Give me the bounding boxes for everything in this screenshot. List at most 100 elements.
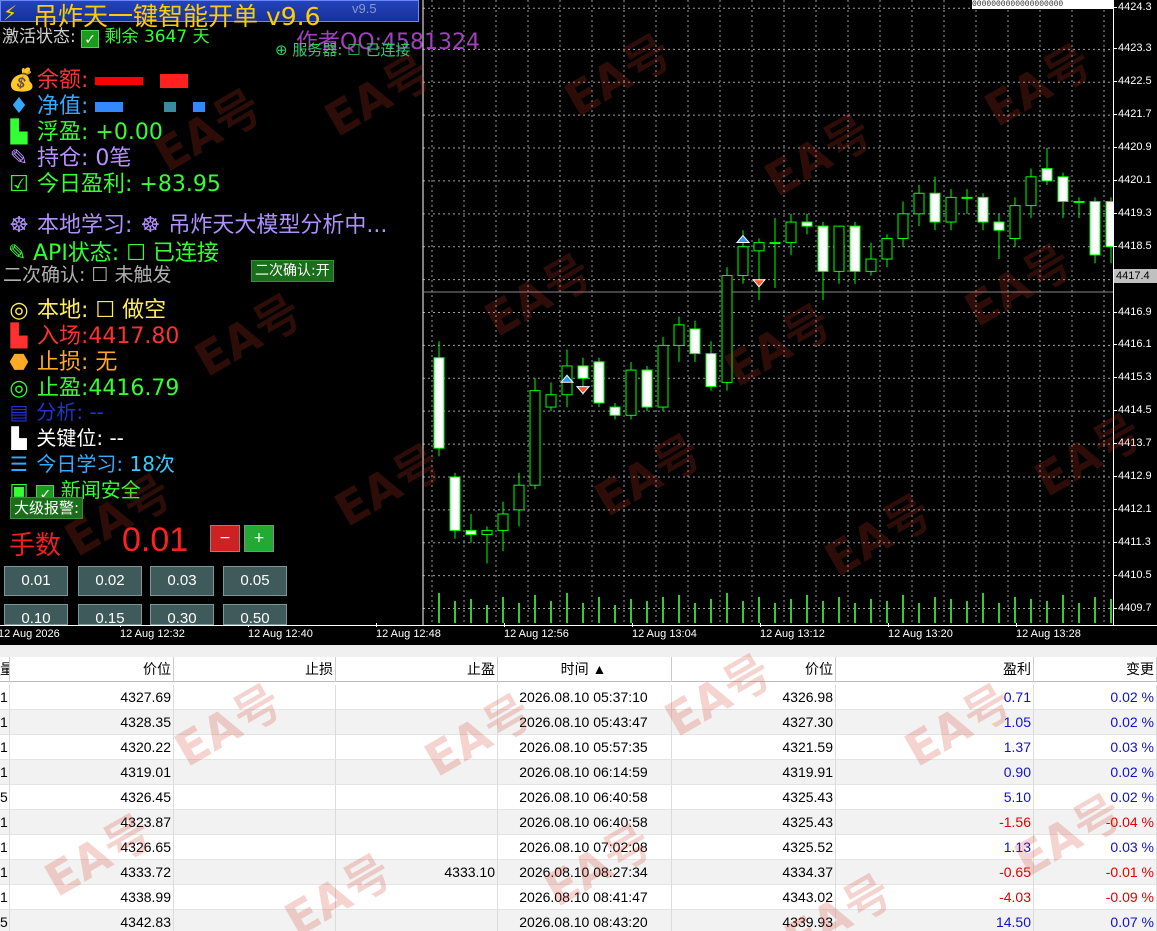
bull-candle [753, 242, 765, 252]
table-cell-sl [174, 835, 336, 860]
price-axis[interactable]: 4424.3 4423.3 4422.5 4421.7 4420.9 4420.1 4419… [1113, 0, 1157, 625]
bull-candle [769, 242, 781, 245]
table-row[interactable]: 1 4320.22 2026.08.10 05:57:35 4321.59 1.37 0.… [0, 735, 1157, 760]
lot-preset-button[interactable]: 0.05 [223, 566, 287, 596]
table-row[interactable]: 1 4338.99 2026.08.10 08:41:47 4343.02 -4.03-… [0, 885, 1157, 910]
price-tick-label: 4424.3 [1113, 1, 1152, 14]
table-cell-time: 2026.08.10 05:43:47 [498, 710, 672, 735]
table-row[interactable]: 1 4328.35 2026.08.10 05:43:47 4327.30 1.05 0.… [0, 710, 1157, 735]
table-cell-tp [336, 785, 498, 810]
bull-candle [673, 324, 685, 346]
chart-info-strip: 0000000000000000000 [972, 0, 1113, 9]
bear-candle [1105, 200, 1113, 248]
table-cell-close: 4339.93 [672, 910, 836, 931]
lot-preset-button[interactable]: 0.10 [4, 604, 68, 627]
secondary-confirm-row: 二次确认: ☐ 未触发 [3, 260, 172, 287]
table-cell-open: 4342.83 [10, 910, 174, 931]
column-header[interactable]: 盈利 [836, 657, 1034, 682]
table-cell-time: 2026.08.10 05:57:35 [498, 735, 672, 760]
table-cell-profit: 14.50 [836, 910, 1034, 931]
time-tick-label: 12 Aug 12:48 [376, 623, 441, 640]
table-cell-profit: -4.03 [836, 885, 1034, 910]
current-price-label: 4417.4 [1114, 269, 1157, 283]
bull-candle [545, 394, 557, 408]
table-cell-change: 0.02 % [1034, 685, 1157, 710]
analysis-value: 分析: -- [36, 400, 104, 424]
lot-preset-button[interactable]: 0.50 [223, 604, 287, 627]
bull-candle [961, 196, 973, 199]
lots-minus-button[interactable]: − [210, 525, 240, 552]
table-row[interactable]: 1 4333.72 4333.10 2026.08.10 08:27:34 4334.3… [0, 860, 1157, 885]
column-header[interactable]: 止损 [174, 657, 336, 682]
table-cell-tp [336, 910, 498, 931]
table-cell-tp [336, 835, 498, 860]
table-cell-open: 4326.65 [10, 835, 174, 860]
price-tick-label: 4415.3 [1113, 371, 1152, 384]
sell-arrow-icon [575, 386, 591, 395]
bull-candle [625, 369, 637, 416]
price-tick-label: 4423.3 [1113, 42, 1152, 55]
table-cell-close: 4327.30 [672, 710, 836, 735]
lots-plus-button[interactable]: + [244, 525, 274, 552]
table-cell-vol: 5 [0, 910, 10, 931]
column-header[interactable]: 变更 [1034, 657, 1157, 682]
price-tick-label: 4416.1 [1113, 338, 1152, 351]
table-cell-change: 0.03 % [1034, 835, 1157, 860]
bear-candle [1041, 168, 1053, 182]
time-tick-label: 12 Aug 13:04 [632, 623, 697, 640]
equity-masked-2 [164, 102, 177, 112]
column-header[interactable]: 价位 [672, 657, 836, 682]
lot-preset-button[interactable]: 0.03 [150, 566, 214, 596]
column-header[interactable]: 止盈 [336, 657, 498, 682]
panel-title-bar[interactable]: ⚡ 吊炸天一键智能开单 v9.6 v9.5 [0, 0, 419, 31]
table-cell-close: 4326.98 [672, 685, 836, 710]
trend-chart-icon: ☑ [9, 172, 29, 197]
lot-preset-button[interactable]: 0.02 [78, 566, 142, 596]
bear-candle [817, 225, 829, 272]
table-cell-profit: -0.65 [836, 860, 1034, 885]
bear-candle [929, 192, 941, 223]
balance-masked [95, 77, 144, 85]
table-cell-sl [174, 760, 336, 785]
lots-value[interactable]: 0.01 [122, 521, 188, 560]
lot-preset-button[interactable]: 0.15 [78, 604, 142, 627]
bear-candle [849, 225, 861, 272]
table-cell-close: 4321.59 [672, 735, 836, 760]
table-cell-change: -0.04 % [1034, 810, 1157, 835]
lot-preset-button[interactable]: 0.30 [150, 604, 214, 627]
secondary-confirm-toggle-button[interactable]: 二次确认:开 [251, 260, 334, 282]
table-cell-time: 2026.08.10 08:43:20 [498, 910, 672, 931]
table-row[interactable]: 1 4326.65 2026.08.10 07:02:08 4325.52 1.13 0.… [0, 835, 1157, 860]
alert-button[interactable]: 大级报警: [10, 497, 84, 519]
bull-candle [1025, 176, 1037, 207]
column-header[interactable]: 量 [0, 657, 10, 682]
bear-candle [641, 369, 653, 408]
table-cell-change: 0.02 % [1034, 785, 1157, 810]
document-icon: ▤ [9, 400, 29, 424]
column-header[interactable]: 时间 ▲ [498, 657, 672, 682]
table-cell-time: 2026.08.10 06:40:58 [498, 810, 672, 835]
table-cell-sl [174, 785, 336, 810]
column-header[interactable]: 价位 [10, 657, 174, 682]
table-header: 量价位止损止盈时间 ▲价位盈利变更 [0, 657, 1157, 682]
table-cell-close: 4319.91 [672, 760, 836, 785]
lot-preset-button[interactable]: 0.01 [4, 566, 68, 596]
table-row[interactable]: 1 4319.01 2026.08.10 06:14:59 4319.91 0.90 0.… [0, 760, 1157, 785]
bear-candle [449, 476, 461, 531]
table-row[interactable]: 1 4323.87 2026.08.10 06:40:58 4325.43 -1.56-… [0, 810, 1157, 835]
time-axis[interactable]: 12 Aug 2026 12 Aug 12:32 12 Aug 12:40 12 Au… [0, 623, 1157, 645]
bear-candle [689, 328, 701, 355]
table-row[interactable]: 5 4342.83 2026.08.10 08:43:20 4339.93 14.50 0… [0, 910, 1157, 931]
table-row[interactable]: 1 4327.69 2026.08.10 05:37:10 4326.98 0.71 0.… [0, 685, 1157, 710]
price-tick-label: 4422.5 [1113, 75, 1152, 88]
bull-candle [785, 221, 797, 244]
table-cell-profit: -1.56 [836, 810, 1034, 835]
today-learning-value: 18次 [129, 452, 175, 476]
table-row[interactable]: 5 4326.45 2026.08.10 06:40:58 4325.43 5.10 0.… [0, 785, 1157, 810]
panel-divider[interactable] [0, 645, 1157, 657]
key-level-row: ▙ 关键位: -- [8, 422, 124, 451]
bear-candle [609, 406, 621, 416]
time-tick-label: 12 Aug 2026 [0, 628, 60, 640]
table-cell-vol: 1 [0, 735, 10, 760]
price-tick-label: 4418.5 [1113, 239, 1152, 252]
